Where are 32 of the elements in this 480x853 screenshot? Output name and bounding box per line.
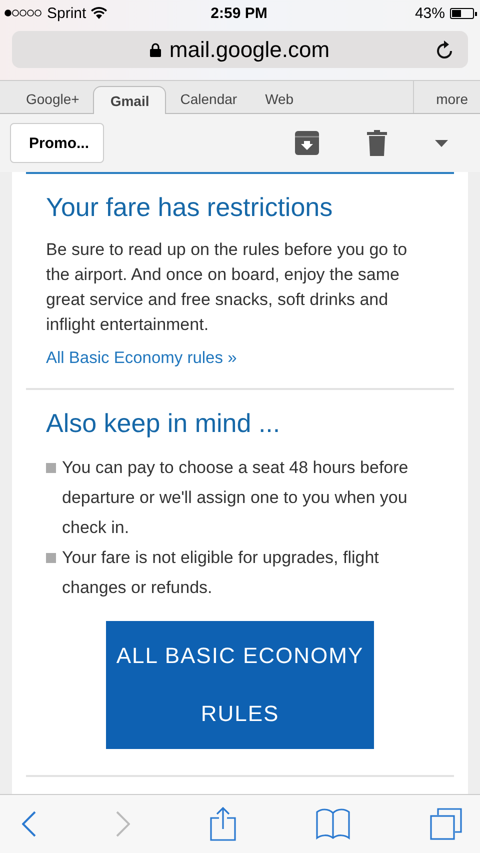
nav-tab[interactable]: Gmail <box>93 86 166 114</box>
battery-percent: 43% <box>414 4 445 22</box>
back-button[interactable]: Promo... <box>10 123 104 163</box>
tabs-icon[interactable] <box>430 808 462 840</box>
wifi-icon <box>91 7 108 19</box>
more-tab[interactable]: more <box>413 81 480 113</box>
clock: 2:59 PM <box>210 4 268 22</box>
nav-tab[interactable]: Google+ <box>12 91 94 113</box>
trash-icon[interactable] <box>367 130 387 156</box>
bullet-text: You can pay to choose a seat 48 hours before departure or we'll assign one to you when you check in. <box>62 457 410 539</box>
reload-icon[interactable] <box>436 40 454 60</box>
section-heading: Also keep in mind ... <box>46 408 282 439</box>
rules-button[interactable]: ALL BASIC ECONOMY RULES <box>106 621 374 749</box>
nav-tab[interactable]: Calendar <box>166 91 252 113</box>
battery-icon <box>450 8 474 18</box>
paragraph: Be sure to read up on the rules before you go to the airport. And once on board, enjoy the same great service and free snacks, soft drinks and inflight entertainment. <box>46 239 408 336</box>
rules-link[interactable]: All Basic Economy rules » <box>46 349 454 368</box>
signal-icon <box>4 9 42 17</box>
bullet-text: Your fare is not eligible for upgrades, flight changes or refunds. <box>62 547 380 599</box>
bullet-square <box>46 463 56 473</box>
back-icon[interactable] <box>22 811 36 837</box>
dropdown-caret-icon[interactable] <box>435 140 448 146</box>
archive-icon[interactable] <box>295 131 319 155</box>
book-icon[interactable] <box>316 808 350 840</box>
lock-icon <box>150 42 162 56</box>
url-text: mail.google.com <box>169 36 330 62</box>
bullet-square <box>46 553 56 563</box>
nav-tab[interactable]: Web <box>251 91 308 113</box>
share-icon[interactable] <box>210 807 236 841</box>
section-heading: Your fare has restrictions <box>46 192 334 223</box>
address-bar[interactable]: mail.google.com <box>12 31 468 68</box>
carrier-name: Sprint <box>47 4 86 22</box>
